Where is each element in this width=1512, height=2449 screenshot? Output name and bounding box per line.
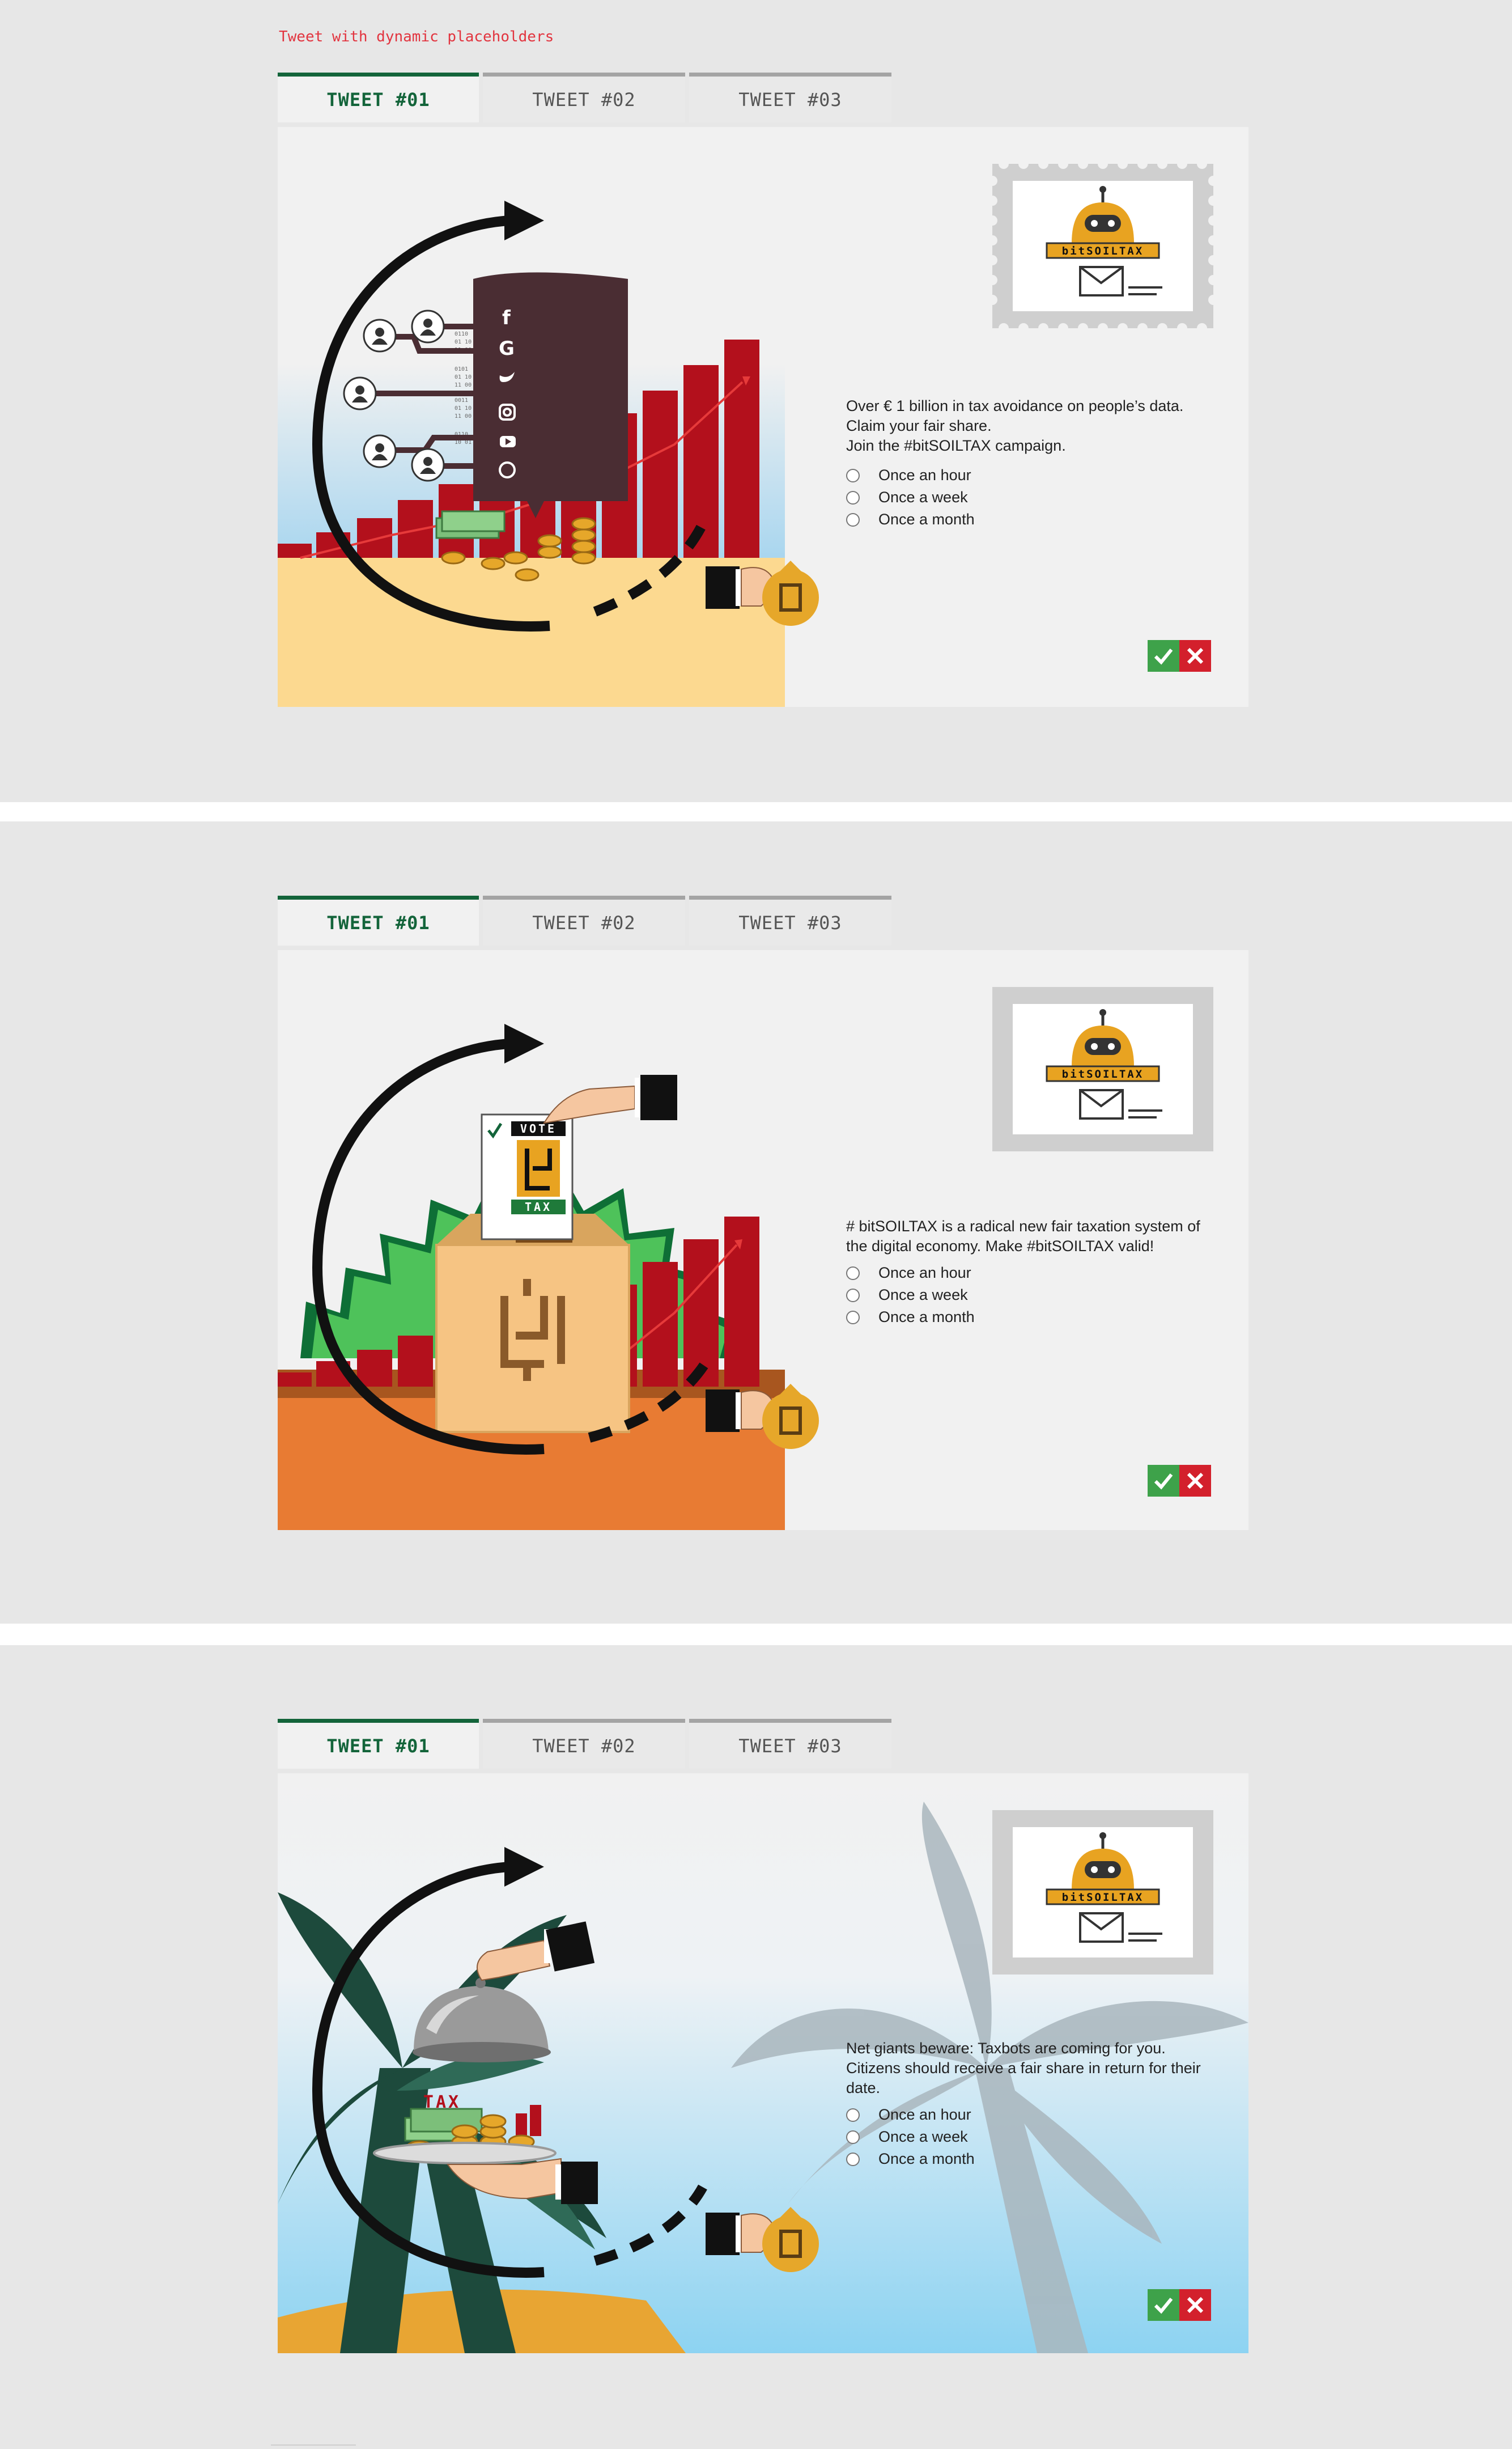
option-once-an-hour[interactable]: Once an hour — [846, 464, 975, 486]
tab-tweet-03[interactable]: TWEET #03 — [689, 896, 891, 946]
svg-text:01 10: 01 10 — [455, 339, 472, 345]
svg-text:11 00: 11 00 — [455, 382, 472, 388]
radio-button[interactable] — [846, 2152, 860, 2166]
svg-text:f: f — [502, 307, 511, 329]
svg-text:G: G — [499, 337, 515, 360]
option-label: Once a week — [878, 489, 968, 506]
radio-button[interactable] — [846, 468, 860, 482]
vote-card-top: VOTE — [520, 1122, 557, 1135]
tweet-panel: VOTE TAX bitSOILTAX # bitSOILTAX is a ra… — [278, 950, 1248, 1530]
tweet-editor-1: TWEET #01 TWEET #02 TWEET #03 f G 0110 0… — [278, 73, 1248, 713]
option-label: Once an hour — [878, 2106, 971, 2123]
svg-text:bitSOILTAX: bitSOILTAX — [1062, 1068, 1144, 1081]
check-icon — [1154, 2298, 1173, 2314]
option-label: Once a week — [878, 2128, 968, 2145]
tweet-line: Over € 1 billion in tax avoidance on peo… — [846, 397, 1184, 414]
svg-text:01 10: 01 10 — [455, 405, 472, 412]
tweet-text: # bitSOILTAX is a radical new fair taxat… — [846, 1217, 1220, 1256]
frequency-options: Once an hour Once a week Once a month — [846, 2104, 975, 2170]
check-icon — [1154, 649, 1173, 665]
frequency-options: Once an hour Once a week Once a month — [846, 1262, 975, 1328]
footer-divider — [271, 2444, 356, 2446]
approve-button[interactable] — [1148, 640, 1179, 672]
option-once-an-hour[interactable]: Once an hour — [846, 1262, 975, 1284]
tweet-editor-2: TWEET #01 TWEET #02 TWEET #03 VOTE TAX b… — [278, 896, 1248, 1536]
svg-text:bitSOILTAX: bitSOILTAX — [1062, 1891, 1144, 1904]
option-once-a-week[interactable]: Once a week — [846, 1284, 975, 1306]
option-label: Once an hour — [878, 1264, 971, 1281]
action-buttons — [1148, 2289, 1211, 2321]
action-buttons — [1148, 1465, 1211, 1497]
option-once-a-month[interactable]: Once a month — [846, 2148, 975, 2170]
svg-text:11 00: 11 00 — [455, 413, 472, 420]
tweet-panel: TAX bitSOILTAX Net giants beware: Taxbot… — [278, 1773, 1248, 2353]
vote-card-bottom: TAX — [525, 1200, 552, 1214]
close-icon — [1187, 2297, 1204, 2314]
option-label: Once a month — [878, 1308, 975, 1325]
option-once-a-week[interactable]: Once a week — [846, 486, 975, 509]
approve-button[interactable] — [1148, 2289, 1179, 2321]
reject-button[interactable] — [1179, 2289, 1211, 2321]
radio-button[interactable] — [846, 1310, 860, 1324]
radio-button[interactable] — [846, 1288, 860, 1302]
check-icon — [1154, 1473, 1173, 1490]
option-label: Once a month — [878, 511, 975, 528]
bitsoiltax-robot-stamp: bitSOILTAX — [992, 164, 1213, 328]
svg-text:01 10: 01 10 — [455, 374, 472, 380]
close-icon — [1187, 647, 1204, 664]
tray-label: TAX — [423, 2092, 461, 2112]
tab-tweet-01[interactable]: TWEET #01 — [278, 1719, 479, 1769]
bitsoiltax-robot-stamp: bitSOILTAX — [992, 987, 1213, 1151]
action-buttons — [1148, 640, 1211, 672]
option-once-a-week[interactable]: Once a week — [846, 2126, 975, 2148]
svg-text:bitSOILTAX: bitSOILTAX — [1062, 245, 1144, 257]
illustration-ballot-box: VOTE TAX — [278, 1024, 819, 1530]
option-label: Once an hour — [878, 467, 971, 484]
radio-button[interactable] — [846, 490, 860, 505]
radio-button[interactable] — [846, 512, 860, 527]
tab-tweet-01[interactable]: TWEET #01 — [278, 73, 479, 122]
option-once-a-month[interactable]: Once a month — [846, 509, 975, 531]
radio-button[interactable] — [846, 1266, 860, 1280]
approve-button[interactable] — [1148, 1465, 1179, 1497]
tab-tweet-01[interactable]: TWEET #01 — [278, 896, 479, 946]
svg-text:0011: 0011 — [455, 397, 468, 404]
tweet-editor-3: TWEET #01 TWEET #02 TWEET #03 TAX bitSOI… — [278, 1719, 1248, 2359]
tweet-line: Claim your fair share. — [846, 417, 992, 434]
tab-tweet-03[interactable]: TWEET #03 — [689, 1719, 891, 1769]
illustration-data-economy: fG 011001 1011 00 010101 1011 00 001101 … — [278, 127, 819, 707]
svg-text:0101: 0101 — [455, 366, 468, 372]
page-caption: Tweet with dynamic placeholders — [279, 28, 554, 45]
radio-button[interactable] — [846, 2108, 860, 2122]
tweet-line: Join the #bitSOILTAX campaign. — [846, 437, 1066, 454]
tweet-text: Net giants beware: Taxbots are coming fo… — [846, 2039, 1214, 2098]
tweet-line: # bitSOILTAX is a radical new fair taxat… — [846, 1218, 1200, 1255]
option-once-a-month[interactable]: Once a month — [846, 1306, 975, 1328]
tweet-line: Net giants beware: Taxbots are coming fo… — [846, 2040, 1201, 2096]
tab-tweet-02[interactable]: TWEET #02 — [483, 896, 685, 946]
tab-tweet-02[interactable]: TWEET #02 — [483, 1719, 685, 1769]
reject-button[interactable] — [1179, 640, 1211, 672]
frequency-options: Once an hour Once a week Once a month — [846, 464, 975, 531]
radio-button[interactable] — [846, 2130, 860, 2144]
tweet-panel: fG 0110 01 10 11 00 0101 01 10 11 00 0011 01 … — [278, 127, 1248, 707]
option-once-an-hour[interactable]: Once an hour — [846, 2104, 975, 2126]
bitsoiltax-robot-stamp: bitSOILTAX — [992, 1810, 1213, 1975]
option-label: Once a week — [878, 1286, 968, 1303]
tweet-text: Over € 1 billion in tax avoidance on peo… — [846, 396, 1220, 456]
close-icon — [1187, 1472, 1204, 1489]
option-label: Once a month — [878, 2150, 975, 2167]
reject-button[interactable] — [1179, 1465, 1211, 1497]
tab-tweet-02[interactable]: TWEET #02 — [483, 73, 685, 122]
tab-tweet-03[interactable]: TWEET #03 — [689, 73, 891, 122]
svg-text:0110: 0110 — [455, 331, 468, 337]
